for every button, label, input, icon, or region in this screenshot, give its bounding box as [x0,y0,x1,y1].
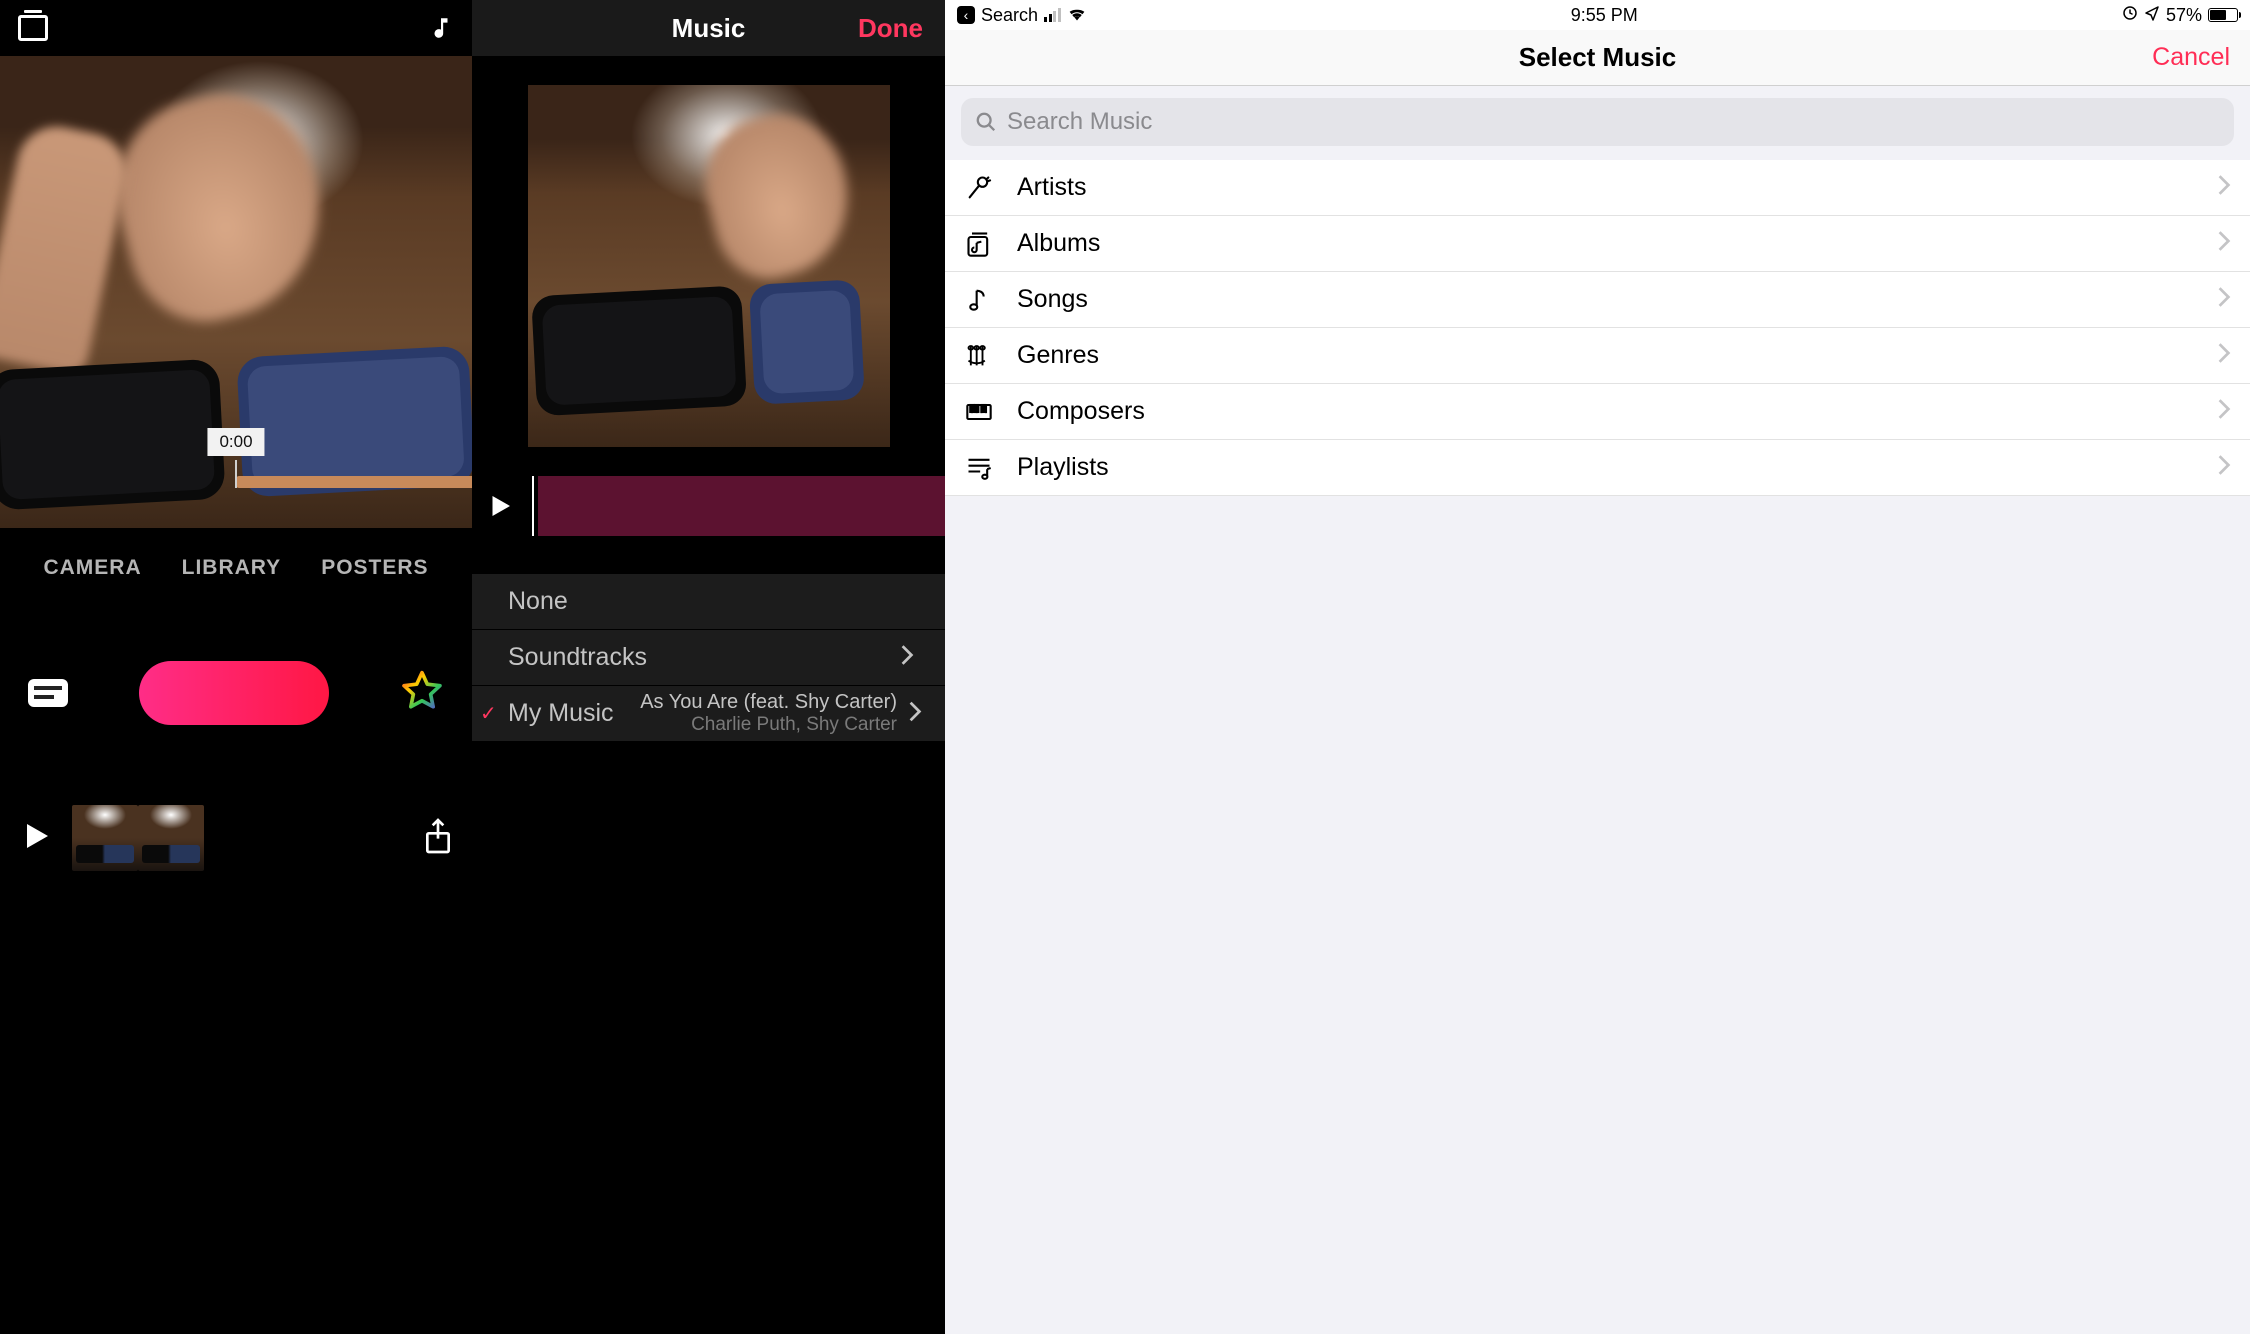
wifi-icon [1067,5,1087,26]
music-options-list: None Soundtracks ✓ My Music As You Are (… [472,574,945,742]
option-soundtracks[interactable]: Soundtracks [472,630,945,686]
option-my-music[interactable]: ✓ My Music As You Are (feat. Shy Carter)… [472,686,945,742]
battery-icon [2208,8,2238,22]
clip-strip [236,476,472,488]
guitar-icon [963,342,995,370]
microphone-icon [963,174,995,202]
status-bar: ‹ Search 9:55 PM 57% [945,0,2250,30]
timecode: 0:00 [207,428,264,456]
audio-timeline [472,476,945,536]
rotation-lock-icon [2122,5,2138,26]
music-panel-pane: Music Done None Soundtracks ✓ [472,0,945,1334]
piano-icon [963,398,995,426]
checkmark-icon: ✓ [480,701,497,726]
option-label: My Music [508,699,614,728]
music-icon[interactable] [428,13,454,43]
preview-area [472,56,945,476]
play-button[interactable] [472,476,528,536]
clip-thumbnail[interactable] [138,805,204,871]
nav-bar: Select Music Cancel [945,30,2250,86]
category-label: Albums [1017,229,1100,258]
chevron-right-icon [907,700,923,727]
tab-camera[interactable]: CAMERA [43,556,141,580]
track-artist: Charlie Puth, Shy Carter [640,714,897,736]
category-songs[interactable]: Songs [945,272,2250,328]
category-label: Playlists [1017,453,1109,482]
category-label: Composers [1017,397,1145,426]
tab-library[interactable]: LIBRARY [182,556,282,580]
search-field[interactable] [961,98,2234,146]
clip-thumbnails[interactable] [72,805,204,871]
chevron-right-icon [2216,230,2232,257]
playlist-icon [963,454,995,482]
category-playlists[interactable]: Playlists [945,440,2250,496]
share-icon[interactable] [422,817,454,860]
category-composers[interactable]: Composers [945,384,2250,440]
chevron-right-icon [2216,342,2232,369]
live-titles-icon[interactable] [28,679,68,707]
note-icon [963,286,995,314]
cellular-signal-icon [1044,8,1061,22]
track-title: As You Are (feat. Shy Carter) [640,691,897,714]
record-button[interactable] [139,661,329,725]
chevron-right-icon [2216,454,2232,481]
album-icon [963,230,995,258]
category-genres[interactable]: Genres [945,328,2250,384]
playhead-tick [235,460,237,488]
select-music-pane: ‹ Search 9:55 PM 57% Select Music Cancel [945,0,2250,1334]
timeline-bar [0,778,472,898]
option-none[interactable]: None [472,574,945,630]
category-label: Artists [1017,173,1086,202]
chevron-right-icon [2216,398,2232,425]
category-artists[interactable]: Artists [945,160,2250,216]
category-albums[interactable]: Albums [945,216,2250,272]
category-label: Genres [1017,341,1099,370]
option-label: None [508,587,568,616]
play-icon[interactable] [18,818,54,859]
done-button[interactable]: Done [858,13,923,44]
playhead[interactable] [532,476,534,536]
search-input[interactable] [1007,108,2220,136]
current-track: As You Are (feat. Shy Carter) Charlie Pu… [640,691,915,736]
projects-icon[interactable] [18,15,48,41]
option-label: Soundtracks [508,643,647,672]
category-label: Songs [1017,285,1088,314]
nav-title: Select Music [1519,42,1677,73]
location-icon [2144,5,2160,26]
battery-percent: 57% [2166,5,2202,26]
clips-editor-pane: 0:00 CAMERA LIBRARY POSTERS [0,0,472,1334]
clip-thumbnail[interactable] [72,805,138,871]
cancel-button[interactable]: Cancel [2152,43,2230,72]
chevron-right-icon [899,644,915,671]
category-list: Artists Albums Songs Genres [945,160,2250,496]
chevron-right-icon [2216,286,2232,313]
controls-row [0,608,472,778]
source-tabs: CAMERA LIBRARY POSTERS [0,528,472,608]
top-bar [0,0,472,56]
back-chevron-icon[interactable]: ‹ [957,6,975,24]
tab-posters[interactable]: POSTERS [321,556,428,580]
search-icon [975,111,997,133]
status-back-label[interactable]: Search [981,5,1038,26]
chevron-right-icon [2216,174,2232,201]
audio-track[interactable] [538,476,945,536]
nav-bar: Music Done [472,0,945,56]
status-time: 9:55 PM [1571,5,1638,26]
video-preview[interactable]: 0:00 [0,56,472,528]
effects-icon[interactable] [400,669,444,718]
